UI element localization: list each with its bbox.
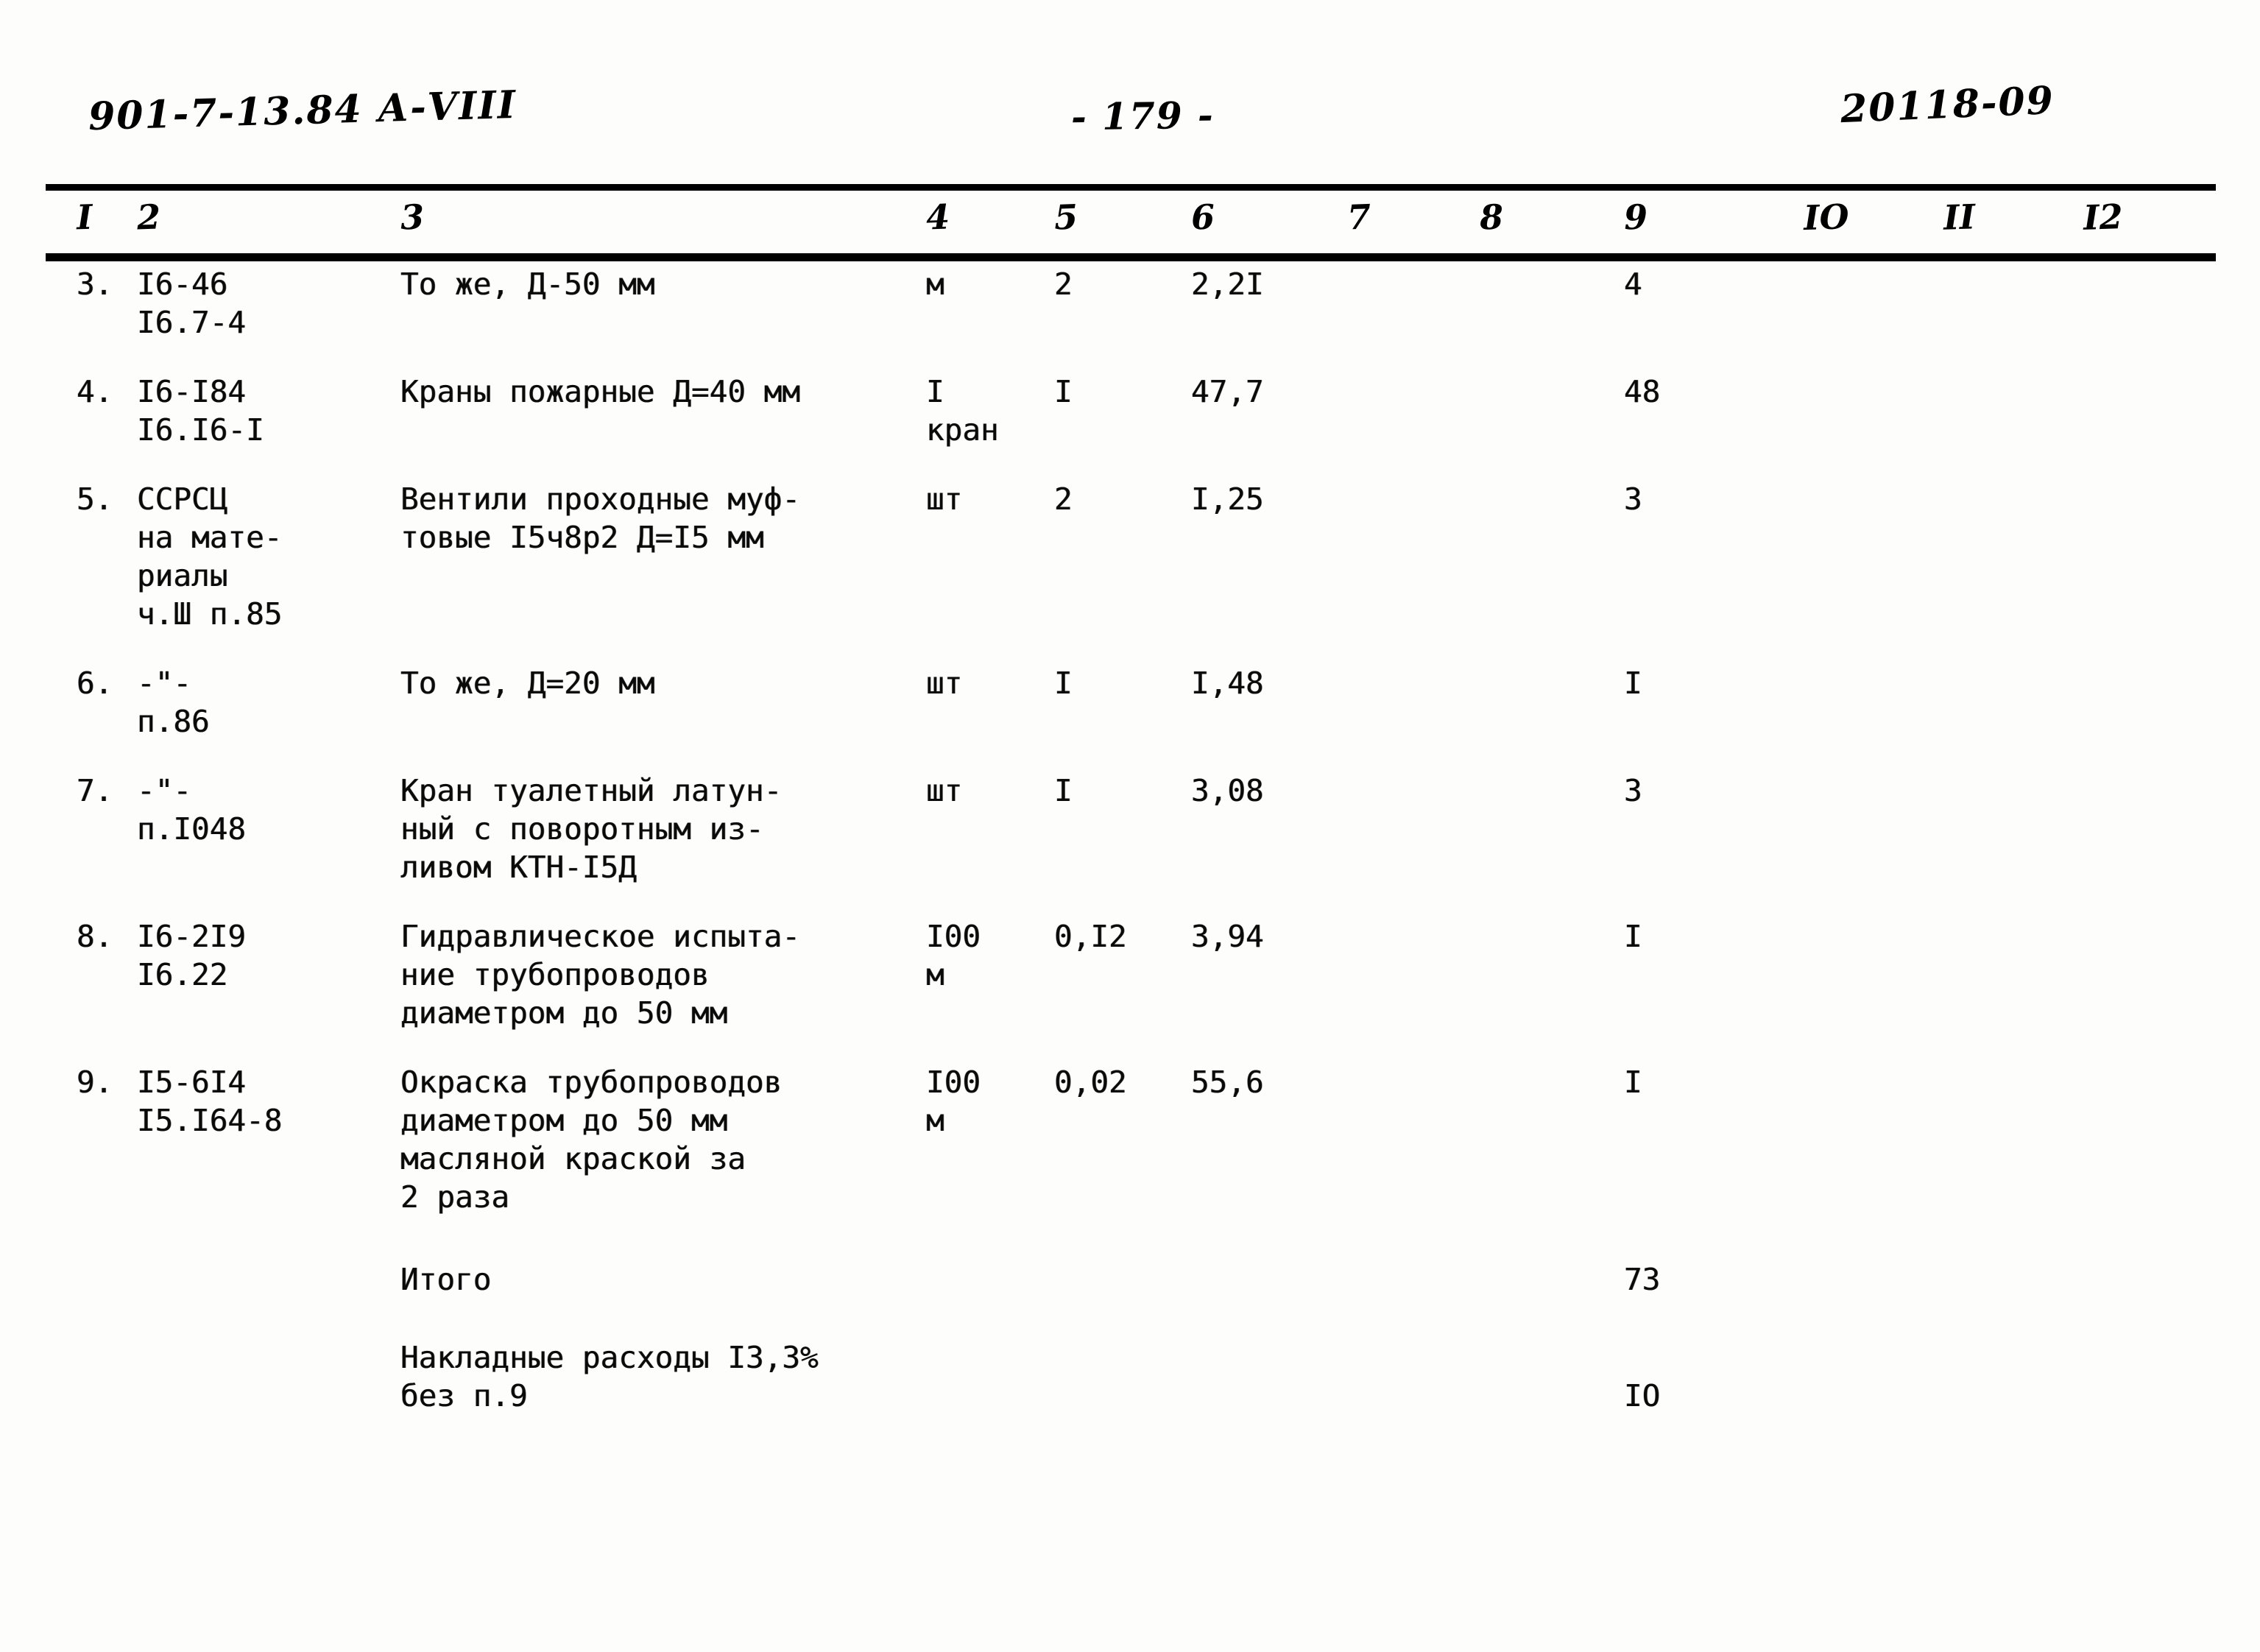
row-code: -"- п.I048 — [137, 773, 247, 847]
row-quantity: 0,02 — [1054, 1065, 1127, 1100]
row-code: -"- п.86 — [137, 666, 210, 739]
column-number-11: II — [1943, 197, 1976, 238]
row-value: 55,6 — [1191, 1065, 1264, 1100]
row-col9: I — [1624, 1065, 1642, 1100]
footer-label: Накладные расходы I3,3% без п.9 — [400, 1340, 819, 1413]
row-description: Гидравлическое испыта- ние трубопроводов… — [400, 919, 801, 1031]
row-number: 4. — [77, 374, 113, 409]
row-description: То же, Д-50 мм — [400, 266, 655, 302]
row-unit: шт — [926, 481, 963, 517]
row-code: I6-2I9 I6.22 — [137, 919, 247, 992]
footer-label: Итого — [400, 1262, 492, 1297]
table-row: 4. I6-I84 I6.I6-I Краны пожарные Д=40 мм I … — [0, 373, 2260, 449]
row-number: 5. — [77, 481, 113, 517]
row-unit: м — [926, 266, 944, 302]
row-value: 3,94 — [1191, 919, 1264, 954]
document-code-annotation: 901-7-13.84 А-VIII — [88, 82, 518, 140]
column-number-1: I — [76, 197, 93, 238]
row-quantity: 0,I2 — [1054, 919, 1127, 954]
column-number-6: 6 — [1190, 197, 1215, 238]
column-number-3: 3 — [400, 197, 425, 238]
sheet-code-annotation: 20118-09 — [1839, 77, 2056, 133]
row-description: Кран туалетный латун- ный с поворотным и… — [400, 773, 783, 885]
row-number: 6. — [77, 666, 113, 701]
column-number-12: I2 — [2083, 197, 2124, 238]
row-col9: 3 — [1624, 773, 1642, 808]
row-col9: I — [1624, 666, 1642, 701]
row-value: I,25 — [1191, 481, 1264, 517]
row-col9: 4 — [1624, 266, 1642, 302]
row-col9: I — [1624, 919, 1642, 954]
column-number-7: 7 — [1346, 197, 1371, 238]
table-row: 6. -"- п.86 То же, Д=20 мм шт I I,48 I — [0, 664, 2260, 741]
table-footer-row: Накладные расходы I3,3% без п.9 IO — [0, 1338, 2260, 1415]
row-unit: шт — [926, 666, 963, 701]
row-description: То же, Д=20 мм — [400, 666, 655, 701]
row-unit: I00 м — [926, 919, 981, 992]
column-number-5: 5 — [1053, 197, 1078, 238]
row-description: Вентили проходные муф- товые I5ч8р2 Д=I5… — [400, 481, 801, 555]
row-value: 3,08 — [1191, 773, 1264, 808]
column-number-10: IO — [1803, 196, 1850, 239]
column-number-2: 2 — [136, 197, 161, 238]
row-quantity: I — [1054, 773, 1073, 808]
row-value: 47,7 — [1191, 374, 1264, 409]
table-row: 9. I5-6I4 I5.I64-8 Окраска трубопроводов д… — [0, 1063, 2260, 1216]
table-top-rule — [46, 184, 2216, 191]
row-quantity: I — [1054, 666, 1073, 701]
row-code: I6-I84 I6.I6-I — [137, 374, 264, 448]
row-description: Окраска трубопроводов диаметром до 50 мм… — [400, 1065, 783, 1215]
footer-value: 73 — [1624, 1262, 1661, 1297]
document-page: 901-7-13.84 А-VIII - 179 - 20118-09 I234… — [0, 0, 2260, 1652]
row-value: 2,2I — [1191, 266, 1264, 302]
row-unit: шт — [926, 773, 963, 808]
row-unit: I00 м — [926, 1065, 981, 1138]
footer-value: IO — [1624, 1378, 1661, 1413]
column-number-9: 9 — [1623, 197, 1648, 238]
row-description: Краны пожарные Д=40 мм — [400, 374, 801, 409]
row-quantity: I — [1054, 374, 1073, 409]
column-number-8: 8 — [1479, 197, 1504, 238]
table-row: 5. ССРСЦ на мате- риалы ч.Ш п.85 Вентили п… — [0, 480, 2260, 633]
table-row: 8. I6-2I9 I6.22 Гидравлическое испыта- ние… — [0, 917, 2260, 1032]
row-code: I6-46 I6.7-4 — [137, 266, 247, 340]
table-footer-row: Итого 73 — [0, 1260, 2260, 1299]
page-number-annotation: - 179 - — [1070, 93, 1215, 139]
row-code: ССРСЦ на мате- риалы ч.Ш п.85 — [137, 481, 283, 632]
table-row: 7. -"- п.I048 Кран туалетный латун- ный с … — [0, 772, 2260, 886]
row-code: I5-6I4 I5.I64-8 — [137, 1065, 283, 1138]
table-column-header-row: I 2 3 4 5 6 7 8 9 IO II I2 — [0, 197, 2260, 244]
column-number-4: 4 — [925, 197, 950, 238]
row-col9: 3 — [1624, 481, 1642, 517]
row-number: 8. — [77, 919, 113, 954]
row-number: 3. — [77, 266, 113, 302]
row-unit: I кран — [926, 374, 999, 448]
table-header-separator-rule — [46, 253, 2216, 261]
table-row: 3. I6-46 I6.7-4 То же, Д-50 мм м 2 2,2I 4 — [0, 265, 2260, 342]
row-number: 7. — [77, 773, 113, 808]
row-quantity: 2 — [1054, 481, 1073, 517]
row-value: I,48 — [1191, 666, 1264, 701]
row-col9: 48 — [1624, 374, 1661, 409]
row-number: 9. — [77, 1065, 113, 1100]
row-quantity: 2 — [1054, 266, 1073, 302]
